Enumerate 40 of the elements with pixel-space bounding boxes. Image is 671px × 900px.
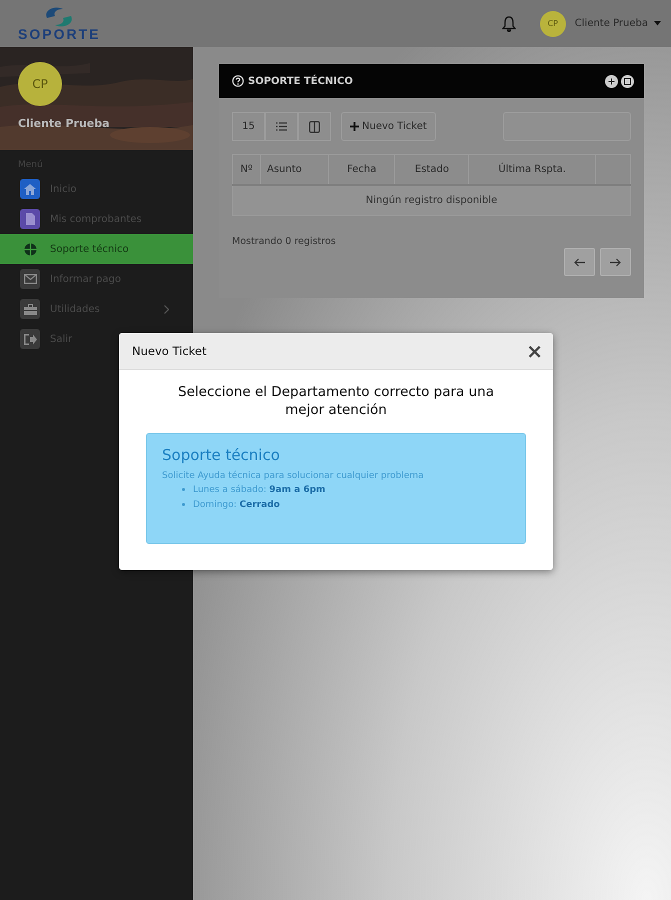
- columns-icon: [309, 120, 320, 132]
- exit-icon: [24, 334, 36, 344]
- logo-text: SOPORTE: [18, 26, 100, 42]
- columns-button[interactable]: [298, 112, 331, 141]
- help-icon: [232, 75, 244, 87]
- empty-message: Ningún registro disponible: [232, 185, 630, 216]
- record-count: Mostrando 0 registros: [232, 236, 337, 247]
- panel-title: SOPORTE TÉCNICO: [248, 76, 354, 86]
- arrow-right-icon: [610, 258, 621, 266]
- list-icon: [276, 122, 287, 131]
- menu-item[interactable]: Soporte técnico: [0, 234, 193, 264]
- modal-title: Nuevo Ticket: [132, 344, 206, 358]
- page-size-button[interactable]: 15: [232, 112, 265, 141]
- user-menu[interactable]: Cliente Prueba: [574, 18, 648, 29]
- envelope-icon: [24, 274, 36, 284]
- modal-heading: Seleccione el Departamento correcto para una mejor atención: [177, 383, 495, 419]
- arrow-left-icon: [574, 258, 585, 266]
- plus-icon: [350, 122, 359, 131]
- expand-icon[interactable]: [605, 74, 618, 88]
- previous-page-button[interactable]: [564, 248, 595, 276]
- department-title: Soporte técnico: [162, 446, 281, 464]
- new-ticket-button[interactable]: Nuevo Ticket: [341, 112, 436, 141]
- bullet-icon: [182, 488, 185, 491]
- department-description: Solicite Ayuda técnica para solucionar cualquier problema: [162, 471, 425, 481]
- hours-line: Domingo: Cerrado: [193, 500, 280, 510]
- hours-line: Lunes a sábado: 9am a 6pm: [193, 484, 326, 494]
- list-view-button[interactable]: [265, 112, 298, 141]
- user-avatar[interactable]: CP: [540, 10, 566, 36]
- refresh-icon[interactable]: [621, 74, 634, 88]
- notification-bell-icon[interactable]: [502, 16, 516, 32]
- close-button[interactable]: ×: [526, 341, 543, 361]
- caret-icon: [654, 21, 661, 26]
- bullet-icon: [182, 503, 185, 506]
- document-icon: [26, 213, 34, 225]
- toolbox-icon: [24, 304, 36, 314]
- next-page-button[interactable]: [600, 248, 631, 276]
- profile-name: Cliente Prueba: [18, 117, 111, 130]
- department-card[interactable]: Soporte técnico Solicite Ayuda técnica para solucionar cualquier problema Lunes a sábado: 9am a 6pm Domingo: Cerrado: [146, 433, 526, 544]
- globe-icon: [24, 242, 36, 256]
- home-icon: [24, 184, 36, 194]
